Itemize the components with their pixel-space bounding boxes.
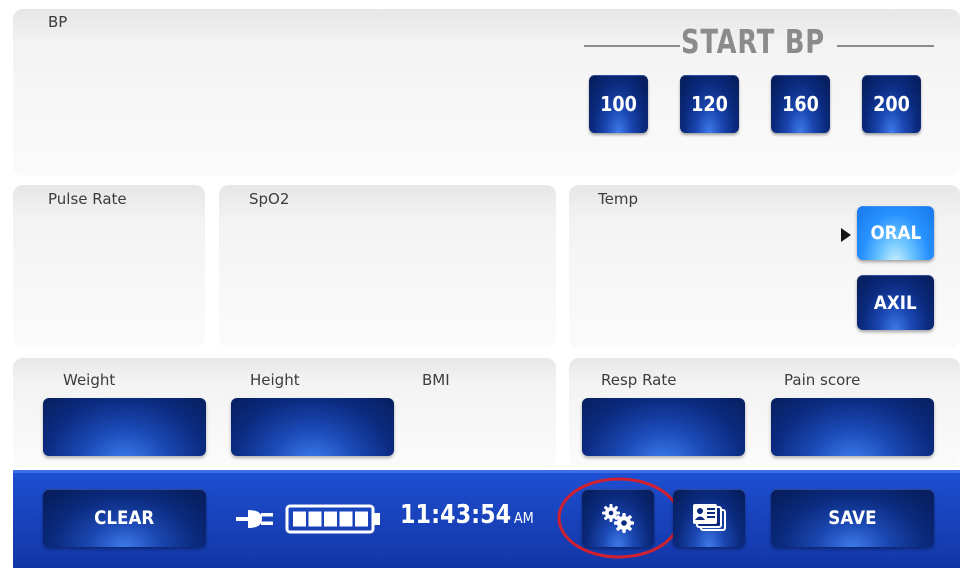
temp-label: Temp bbox=[598, 190, 638, 208]
height-field[interactable] bbox=[231, 398, 394, 456]
clock-display: 11:43:54 AM bbox=[400, 500, 534, 530]
patient-records-button[interactable] bbox=[673, 489, 745, 547]
bp-preset-120-button[interactable]: 120 bbox=[680, 75, 739, 133]
clock-time: 11:43:54 bbox=[400, 500, 512, 530]
bp-preset-160-button[interactable]: 160 bbox=[771, 75, 830, 133]
plug-icon bbox=[236, 510, 273, 528]
bp-preset-100-button[interactable]: 100 bbox=[589, 75, 648, 133]
bp-preset-200-button[interactable]: 200 bbox=[862, 75, 921, 133]
selected-arrow-icon bbox=[841, 228, 851, 242]
weight-field[interactable] bbox=[43, 398, 206, 456]
weight-label: Weight bbox=[63, 371, 116, 389]
bp-label: BP bbox=[48, 13, 68, 31]
spo2-label: SpO2 bbox=[249, 190, 290, 208]
temp-axil-button[interactable]: AXIL bbox=[857, 275, 934, 330]
pulse-rate-panel[interactable] bbox=[13, 184, 205, 348]
resp-rate-label: Resp Rate bbox=[601, 371, 677, 389]
height-label: Height bbox=[250, 371, 300, 389]
pain-score-field[interactable] bbox=[771, 398, 934, 456]
resp-rate-field[interactable] bbox=[582, 398, 745, 456]
battery-icon bbox=[285, 504, 380, 534]
clock-ampm: AM bbox=[513, 509, 534, 527]
start-bp-rule-right bbox=[837, 45, 934, 47]
temp-oral-button[interactable]: ORAL bbox=[857, 206, 934, 260]
settings-highlight-ring bbox=[557, 477, 681, 559]
toolbar-top-edge bbox=[13, 470, 960, 473]
start-bp-title: START BP bbox=[681, 22, 825, 61]
clear-button[interactable]: CLEAR bbox=[43, 489, 206, 547]
save-button[interactable]: SAVE bbox=[771, 489, 934, 547]
bmi-label: BMI bbox=[422, 371, 450, 389]
patient-cards-icon bbox=[693, 504, 726, 531]
spo2-panel[interactable] bbox=[219, 184, 556, 348]
start-bp-rule-left bbox=[584, 45, 680, 47]
pulse-rate-label: Pulse Rate bbox=[48, 190, 127, 208]
pain-score-label: Pain score bbox=[784, 371, 861, 389]
